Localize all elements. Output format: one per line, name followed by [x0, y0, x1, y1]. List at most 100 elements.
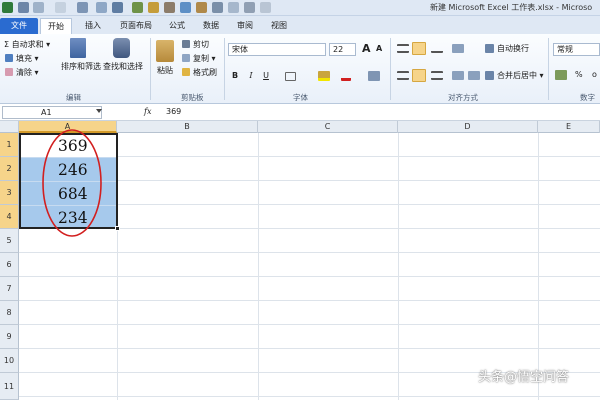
align-bottom-icon[interactable] — [431, 44, 443, 53]
tab-page-layout[interactable]: 页面布局 — [116, 18, 156, 34]
fill-handle[interactable] — [115, 226, 120, 231]
underline-button[interactable]: U — [261, 70, 271, 82]
find-select-button[interactable]: 查找和选择 — [103, 61, 143, 72]
row-header[interactable]: 3 — [0, 181, 19, 205]
watermark: 头条@悟空问答 — [478, 370, 570, 385]
quick-access-icon[interactable] — [164, 2, 175, 13]
group-label-editing: 编辑 — [66, 93, 81, 102]
column-header-c[interactable]: C — [258, 121, 398, 133]
clear-button[interactable]: 清除 ▾ — [16, 67, 39, 78]
quick-access-icon[interactable] — [180, 2, 191, 13]
format-painter-button[interactable]: 格式刷 — [193, 67, 217, 78]
column-header-e[interactable]: E — [538, 121, 600, 133]
tab-home[interactable]: 开始 — [40, 18, 72, 34]
tab-formulas[interactable]: 公式 — [166, 18, 188, 34]
formula-bar: A1 fx 369 — [0, 104, 600, 121]
quick-access-icon[interactable] — [132, 2, 143, 13]
quick-access-icon[interactable] — [244, 2, 255, 13]
row-header[interactable]: 4 — [0, 205, 19, 229]
quick-access-icon[interactable] — [148, 2, 159, 13]
align-center-icon[interactable] — [412, 69, 426, 82]
fill-button[interactable]: 填充 ▾ — [16, 53, 39, 64]
name-box[interactable]: A1 — [2, 106, 102, 119]
paste-icon — [156, 40, 174, 62]
fill-color-icon[interactable] — [318, 71, 330, 81]
comma-button[interactable]: o — [592, 70, 597, 79]
save-icon[interactable] — [18, 2, 29, 13]
column-header-b[interactable]: B — [117, 121, 258, 133]
row-header[interactable]: 2 — [0, 157, 19, 181]
title-bar: 新建 Microsoft Excel 工作表.xlsx - Microso — [0, 0, 600, 16]
phonetic-icon[interactable] — [368, 71, 380, 81]
italic-button[interactable]: I — [246, 70, 256, 82]
quick-access-icon[interactable] — [196, 2, 207, 13]
borders-icon[interactable] — [285, 72, 296, 81]
tab-insert[interactable]: 插入 — [82, 18, 104, 34]
row-header[interactable]: 10 — [0, 349, 19, 373]
group-divider — [548, 38, 549, 100]
align-middle-icon[interactable] — [412, 42, 426, 55]
align-top-icon[interactable] — [397, 44, 409, 53]
group-label-alignment: 对齐方式 — [448, 93, 478, 102]
group-label-font: 字体 — [293, 93, 308, 102]
undo-icon[interactable] — [33, 2, 44, 13]
wrap-text-button[interactable]: 自动换行 — [497, 43, 529, 54]
currency-icon[interactable] — [555, 70, 567, 80]
percent-button[interactable]: % — [575, 70, 583, 79]
row-header[interactable]: 9 — [0, 325, 19, 349]
customize-quick-access-icon[interactable] — [260, 2, 271, 13]
grid-line — [538, 133, 539, 400]
merge-center-icon — [485, 71, 494, 80]
quick-access-icon[interactable] — [228, 2, 239, 13]
paste-button[interactable]: 粘贴 — [157, 65, 173, 76]
tab-file[interactable]: 文件 — [0, 18, 38, 34]
scissors-icon — [182, 40, 190, 48]
number-format-combo[interactable]: 常规 — [553, 43, 600, 56]
quick-access-icon[interactable] — [96, 2, 107, 13]
row-header[interactable]: 8 — [0, 301, 19, 325]
formula-input[interactable]: 369 — [166, 107, 181, 116]
font-color-icon[interactable] — [341, 70, 351, 81]
row-header[interactable]: 5 — [0, 229, 19, 253]
align-left-icon[interactable] — [397, 71, 409, 80]
increase-indent-icon[interactable] — [468, 71, 480, 80]
excel-icon — [2, 2, 13, 13]
row-header[interactable]: 1 — [0, 133, 19, 157]
fill-icon — [5, 54, 13, 62]
format-painter-icon — [182, 68, 190, 76]
row-header[interactable]: 11 — [0, 373, 19, 400]
cut-button[interactable]: 剪切 — [193, 39, 209, 50]
tab-data[interactable]: 数据 — [200, 18, 222, 34]
quick-access-icon[interactable] — [212, 2, 223, 13]
grow-font-button[interactable]: A — [362, 42, 371, 55]
redo-icon[interactable] — [55, 2, 66, 13]
group-label-clipboard: 剪贴板 — [181, 93, 204, 102]
grid-line — [398, 133, 399, 400]
tab-view[interactable]: 视图 — [268, 18, 290, 34]
eraser-icon — [5, 68, 13, 76]
tab-review[interactable]: 审阅 — [234, 18, 256, 34]
select-all-corner[interactable] — [0, 121, 19, 133]
row-header[interactable]: 6 — [0, 253, 19, 277]
ribbon: Σ 自动求和 ▾ 填充 ▾ 清除 ▾ 排序和筛选 查找和选择 编辑 粘贴 剪切 … — [0, 34, 600, 104]
shrink-font-button[interactable]: A — [376, 44, 382, 53]
copy-button[interactable]: 复制 ▾ — [193, 53, 216, 64]
row-header[interactable]: 7 — [0, 277, 19, 301]
column-header-d[interactable]: D — [398, 121, 538, 133]
decrease-indent-icon[interactable] — [452, 71, 464, 80]
font-name-combo[interactable]: 宋体 — [228, 43, 326, 56]
orientation-icon[interactable] — [452, 44, 464, 53]
quick-access-icon[interactable] — [112, 2, 123, 13]
insert-function-button[interactable]: fx — [144, 107, 151, 116]
sort-filter-button[interactable]: 排序和筛选 — [61, 61, 101, 72]
bold-button[interactable]: B — [230, 70, 240, 82]
group-divider — [150, 38, 151, 100]
chevron-down-icon[interactable] — [96, 109, 102, 113]
autosum-button[interactable]: Σ 自动求和 ▾ — [4, 39, 50, 50]
merge-center-button[interactable]: 合并后居中 ▾ — [497, 70, 544, 81]
quick-access-icon[interactable] — [77, 2, 88, 13]
binoculars-icon — [113, 38, 130, 58]
font-size-combo[interactable]: 22 — [329, 43, 356, 56]
window-title: 新建 Microsoft Excel 工作表.xlsx - Microso — [430, 3, 593, 12]
align-right-icon[interactable] — [431, 71, 443, 80]
